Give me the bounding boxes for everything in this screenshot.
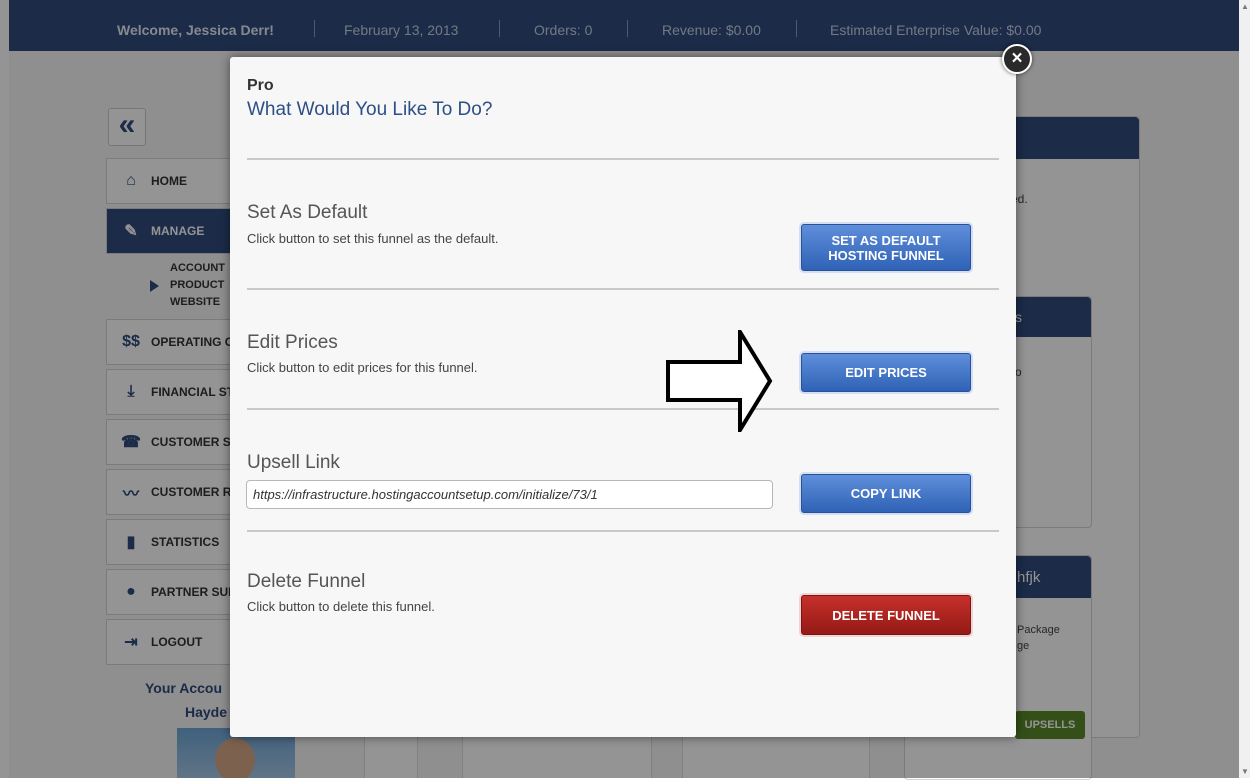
button-label: DELETE FUNNEL <box>832 607 940 623</box>
button-label: EDIT PRICES <box>845 365 927 380</box>
divider <box>247 288 999 290</box>
section-title-delete-funnel: Delete Funnel <box>247 571 366 592</box>
page-scrollbar[interactable]: ▲ ▼ <box>1239 0 1250 778</box>
modal-kicker: Pro <box>247 77 274 94</box>
modal-title: What Would You Like To Do? <box>247 99 493 120</box>
delete-funnel-button[interactable]: DELETE FUNNEL <box>801 595 971 635</box>
divider <box>247 530 999 532</box>
close-icon[interactable]: × <box>1002 44 1032 74</box>
section-title-upsell-link: Upsell Link <box>247 452 340 473</box>
scroll-down-icon[interactable]: ▼ <box>1241 767 1249 776</box>
divider <box>247 408 999 410</box>
divider <box>247 158 999 160</box>
edit-prices-button[interactable]: EDIT PRICES <box>801 353 971 392</box>
button-label: COPY LINK <box>850 486 922 501</box>
section-desc-set-default: Click button to set this funnel as the d… <box>247 231 499 246</box>
section-title-set-default: Set As Default <box>247 202 368 223</box>
section-title-edit-prices: Edit Prices <box>247 332 338 353</box>
button-label-line: SET AS DEFAULT <box>831 232 941 248</box>
set-default-hosting-funnel-button[interactable]: SET AS DEFAULT HOSTING FUNNEL <box>801 224 971 271</box>
section-desc-edit-prices: Click button to edit prices for this fun… <box>247 360 478 375</box>
upsell-link-field[interactable] <box>246 480 773 509</box>
funnel-actions-modal: Pro What Would You Like To Do? Set As De… <box>230 57 1016 737</box>
arrow-right-icon <box>666 330 773 432</box>
button-label-line: HOSTING FUNNEL <box>828 247 944 263</box>
scroll-up-icon[interactable]: ▲ <box>1241 2 1249 11</box>
section-desc-delete-funnel: Click button to delete this funnel. <box>247 599 435 614</box>
copy-link-button[interactable]: COPY LINK <box>801 474 971 513</box>
